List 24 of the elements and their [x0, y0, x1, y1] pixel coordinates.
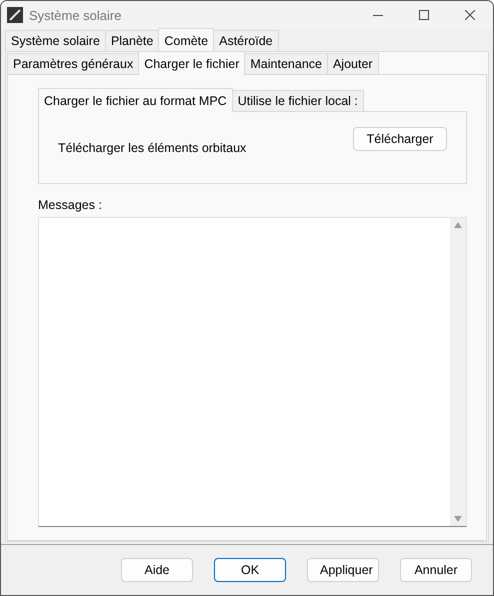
dialog-button[interactable]: OK	[214, 558, 286, 582]
tab[interactable]: Paramètres généraux	[7, 53, 140, 74]
tab[interactable]: Charger le fichier au format MPC	[38, 88, 233, 112]
scrollbar[interactable]	[450, 218, 466, 526]
window-title: Système solaire	[29, 8, 122, 22]
app-icon	[7, 7, 23, 23]
tab[interactable]: Ajouter	[326, 53, 379, 74]
download-button[interactable]: Télécharger	[353, 126, 447, 150]
scroll-up-icon[interactable]	[454, 222, 462, 228]
tab[interactable]: Utilise le fichier local :	[232, 90, 364, 111]
dialog-button[interactable]: Annuler	[400, 558, 472, 582]
messages-label: Messages :	[38, 198, 103, 212]
tab[interactable]: Astéroïde	[213, 30, 279, 51]
tab[interactable]: Système solaire	[5, 30, 106, 51]
tab[interactable]: Comète	[158, 28, 214, 52]
close-icon[interactable]	[465, 10, 475, 20]
tab[interactable]: Maintenance	[244, 53, 328, 74]
messages-area[interactable]	[38, 217, 467, 527]
download-label: Télécharger les éléments orbitaux	[58, 140, 246, 154]
scroll-down-icon[interactable]	[454, 516, 462, 522]
maximize-icon[interactable]	[419, 10, 429, 20]
dialog-button[interactable]: Appliquer	[307, 558, 379, 582]
dialog-button[interactable]: Aide	[121, 558, 193, 582]
tab[interactable]: Charger le fichier	[138, 51, 246, 75]
